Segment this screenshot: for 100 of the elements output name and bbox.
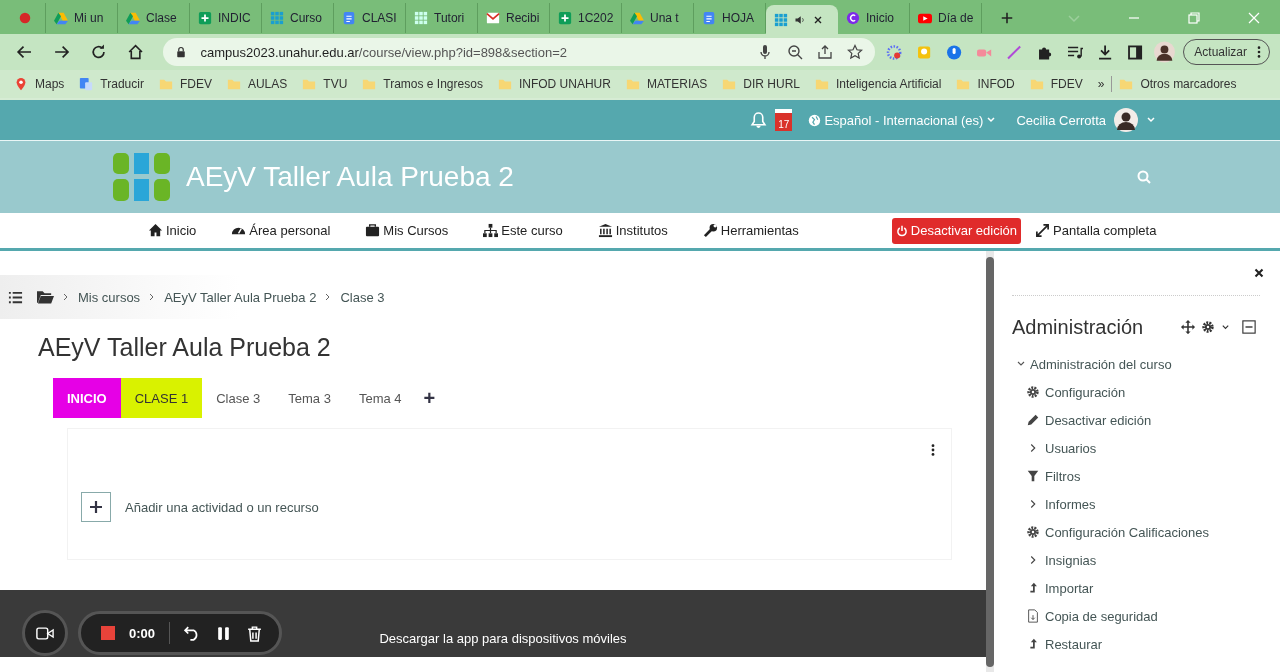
more-icon[interactable] <box>1257 45 1262 59</box>
play-icon <box>918 11 932 25</box>
browser-tab[interactable]: 1C202 <box>550 3 622 33</box>
scrollbar[interactable] <box>986 251 994 672</box>
close-icon[interactable] <box>1252 266 1266 280</box>
address-bar[interactable]: campus2023.unahur.edu.ar/course/view.php?id=898&section=2 <box>162 38 875 66</box>
bookmark[interactable]: Inteligencia Artificial <box>815 77 942 91</box>
browser-tab[interactable]: Curso <box>262 3 334 33</box>
tree-item[interactable]: Informes <box>1012 490 1280 518</box>
forward-icon[interactable] <box>53 43 71 61</box>
bookmark[interactable]: DIR HURL <box>722 77 800 91</box>
bookmark[interactable]: AULAS <box>226 77 288 91</box>
more-bookmarks-button[interactable]: » <box>1097 77 1105 91</box>
close-icon[interactable] <box>812 14 824 26</box>
download-icon[interactable] <box>1097 43 1114 61</box>
tree-item[interactable]: Importar <box>1012 574 1280 602</box>
home-icon[interactable] <box>127 43 145 61</box>
nav-link[interactable]: Mis Cursos <box>365 223 449 238</box>
app-download-link[interactable]: Descargar la app para dispositivos móviles <box>379 631 627 646</box>
speaker-icon[interactable] <box>794 14 806 26</box>
breadcrumb-link[interactable]: Mis cursos <box>78 289 141 305</box>
move-icon[interactable] <box>1181 320 1195 334</box>
browser-tab[interactable]: Día de <box>910 3 982 33</box>
bookmark[interactable]: Maps <box>14 77 65 91</box>
share-icon[interactable] <box>816 44 833 60</box>
browser-tab[interactable]: Mi un <box>46 3 118 33</box>
browser-tab[interactable]: Tutori <box>406 3 478 33</box>
bookmark[interactable]: INFOD <box>956 77 1015 91</box>
zoom-out-icon[interactable] <box>786 44 803 60</box>
tree-item[interactable]: Administración del curso <box>1012 350 1280 378</box>
browser-tab[interactable]: Inicio <box>838 3 910 33</box>
microphone-icon[interactable] <box>945 43 963 61</box>
bookmark[interactable]: Otros marcadores <box>1119 77 1237 91</box>
browser-tab[interactable]: Clase <box>118 3 190 33</box>
caret-icon[interactable] <box>1221 322 1230 332</box>
section-tab[interactable]: Tema 4 <box>344 378 416 418</box>
tree-item[interactable]: Copia de seguridad <box>1012 602 1280 630</box>
nav-link[interactable]: Este curso <box>483 223 563 238</box>
pen-icon[interactable] <box>1006 43 1023 61</box>
tree-item[interactable]: Insignias <box>1012 546 1280 574</box>
bell-icon[interactable] <box>750 111 768 129</box>
more-icon[interactable] <box>931 443 935 457</box>
browser-tab[interactable]: INDIC <box>190 3 262 33</box>
bookmark[interactable]: TVU <box>302 77 348 91</box>
bookmark[interactable]: MATERIAS <box>625 77 708 91</box>
avatar[interactable] <box>1114 108 1138 132</box>
add-section-button[interactable]: + <box>423 386 436 410</box>
nav-link[interactable]: Herramientas <box>702 223 799 238</box>
settings-icon[interactable] <box>1201 320 1215 334</box>
star-icon[interactable] <box>846 44 863 60</box>
fullscreen-link[interactable]: Pantalla completa <box>1035 223 1157 238</box>
folder-icon <box>362 77 377 91</box>
back-icon[interactable] <box>16 43 34 61</box>
browser-tab[interactable]: CLASI <box>334 3 406 33</box>
grid-icon <box>414 11 428 25</box>
plus-icon[interactable] <box>81 492 111 522</box>
avatar[interactable] <box>1154 41 1176 63</box>
add-activity-link[interactable]: Añadir una actividad o un recurso <box>125 499 319 515</box>
reload-icon[interactable] <box>90 43 108 61</box>
bookmark[interactable]: Tramos e Ingresos <box>362 77 483 91</box>
extension-icon[interactable] <box>885 43 902 61</box>
side-panel-icon[interactable] <box>1127 43 1144 61</box>
tree-item[interactable]: Desactivar edición <box>1012 406 1280 434</box>
new-tab-icon[interactable] <box>1000 11 1014 25</box>
tree-item[interactable]: Configuración Calificaciones <box>1012 518 1280 546</box>
nav-link[interactable]: Área personal <box>231 223 331 238</box>
grid-icon <box>774 13 788 27</box>
edit-mode-button[interactable]: Desactivar edición <box>891 217 1022 244</box>
update-button[interactable]: Actualizar <box>1183 39 1271 65</box>
breadcrumb-link[interactable]: AEyV Taller Aula Prueba 2 <box>164 289 317 305</box>
logo-icon <box>113 153 171 201</box>
nav-link[interactable]: Institutos <box>597 223 668 238</box>
bookmark[interactable]: FDEV <box>158 77 212 91</box>
browser-tab[interactable]: Una t <box>622 3 694 33</box>
folder-icon <box>497 77 512 91</box>
bookmark[interactable]: FDEV <box>1029 77 1083 91</box>
calendar-badge[interactable]: 17 <box>775 109 793 131</box>
section-tab[interactable]: Clase 3 <box>202 378 275 418</box>
bookmark[interactable]: Traducir <box>79 77 144 91</box>
bookmark[interactable]: INFOD UNAHUR <box>497 77 611 91</box>
tree-item[interactable]: Filtros <box>1012 462 1280 490</box>
tree-item[interactable]: Usuarios <box>1012 434 1280 462</box>
section-tab[interactable]: INICIO <box>53 378 121 418</box>
map-pin-icon <box>14 77 28 91</box>
document-icon <box>342 11 356 25</box>
folder-icon <box>226 77 241 91</box>
chevron-down-icon[interactable] <box>1146 115 1156 125</box>
breadcrumb-link[interactable]: Clase 3 <box>340 289 385 305</box>
section-tab[interactable]: CLASE 1 <box>120 378 203 418</box>
bank-icon <box>597 223 613 238</box>
trash-icon[interactable] <box>246 624 264 642</box>
tree-item[interactable]: Configuración <box>1012 378 1280 406</box>
settings-icon <box>1026 525 1040 539</box>
nav-link[interactable]: Inicio <box>148 223 197 238</box>
browser-tab[interactable]: Recibi <box>478 3 550 33</box>
section-tab[interactable]: Tema 3 <box>274 378 345 418</box>
list-icon[interactable] <box>8 289 23 305</box>
folder-icon <box>625 77 640 91</box>
collapse-icon[interactable] <box>1242 320 1256 334</box>
tree-item[interactable]: Restaurar <box>1012 630 1280 658</box>
